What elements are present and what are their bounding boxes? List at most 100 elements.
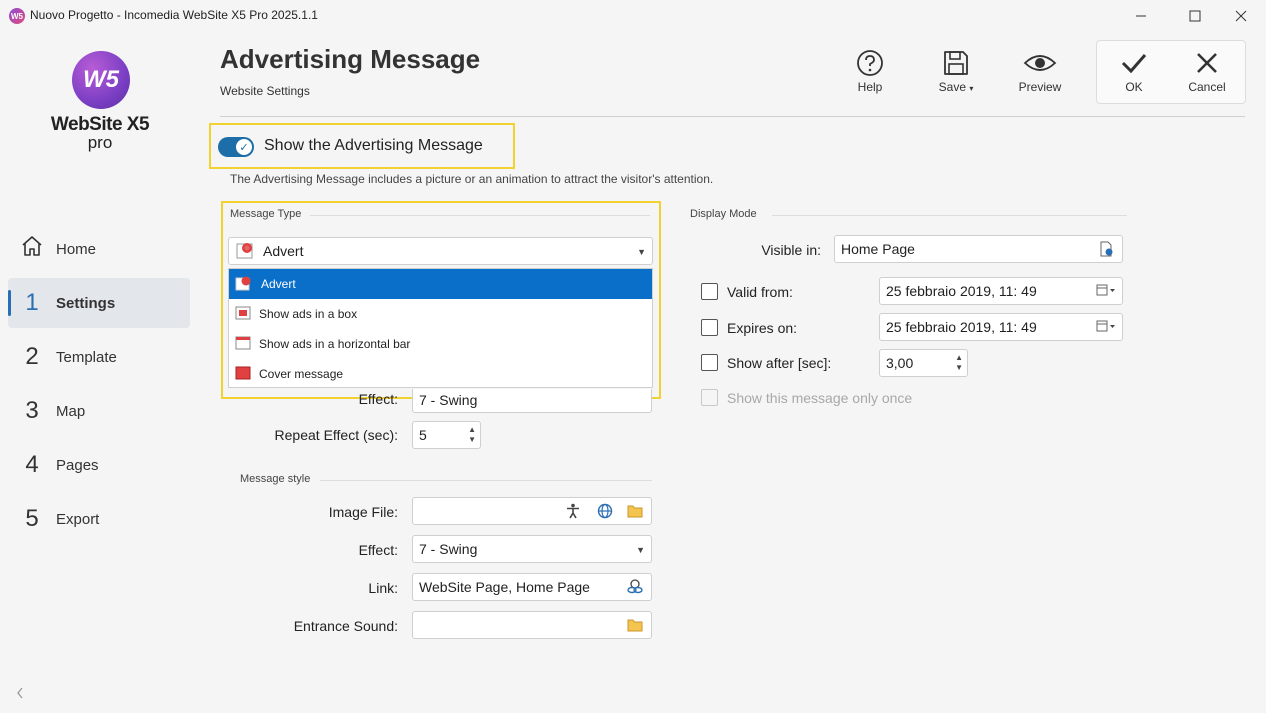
nav-item-export[interactable]: 5 Export [8, 494, 190, 544]
link-input[interactable]: WebSite Page, Home Page [412, 573, 652, 601]
effect-label: Effect: [358, 542, 398, 558]
description-text: The Advertising Message includes a pictu… [230, 172, 714, 186]
active-indicator [8, 290, 11, 316]
visible-in-input[interactable]: Home Page [834, 235, 1123, 263]
link-value: WebSite Page, Home Page [419, 579, 590, 595]
expires-on-value: 25 febbraio 2019, 11: 49 [886, 319, 1037, 335]
check-icon: ✓ [236, 139, 252, 155]
show-once-label: Show this message only once [727, 390, 913, 406]
display-mode-title: Display Mode [690, 208, 757, 220]
expires-on-label: Expires on: [727, 320, 798, 336]
valid-from-checkbox[interactable] [701, 283, 718, 300]
nav-num-settings: 1 [25, 289, 39, 316]
cancel-label: Cancel [1188, 80, 1226, 94]
valid-from-date[interactable]: 25 febbraio 2019, 11: 49 [879, 277, 1123, 305]
calendar-icon[interactable] [1096, 284, 1116, 299]
close-window-button[interactable] [1218, 0, 1264, 32]
image-file-label: Image File: [328, 504, 398, 520]
window-title: Nuovo Progetto - Incomedia WebSite X5 Pr… [30, 8, 318, 22]
ok-label: OK [1125, 80, 1143, 94]
effect-select[interactable]: 7 - Swing ▼ [412, 535, 652, 563]
save-label: Save [938, 80, 966, 94]
effect-select-partial[interactable]: 7 - Swing [412, 389, 652, 413]
page-title: Advertising Message [220, 44, 481, 74]
show-once-checkbox[interactable] [701, 389, 718, 406]
entrance-sound-label: Entrance Sound: [293, 618, 398, 634]
accessibility-icon[interactable] [565, 503, 581, 522]
entrance-sound-input[interactable] [412, 611, 652, 639]
help-icon [835, 46, 905, 80]
save-button[interactable]: Save ▾ [921, 46, 991, 94]
effect-label-partial: Effect: [358, 391, 398, 407]
group-divider [772, 215, 1127, 216]
show-after-label: Show after [sec]: [727, 355, 832, 371]
nav-label-pages: Pages [56, 456, 99, 474]
image-file-input[interactable] [412, 497, 652, 525]
group-divider [320, 480, 652, 481]
expires-on-date[interactable]: 25 febbraio 2019, 11: 49 [879, 313, 1123, 341]
minimize-button[interactable] [1118, 0, 1164, 32]
minimize-icon [1136, 15, 1146, 17]
link-label: Link: [368, 580, 398, 596]
preview-button[interactable]: Preview [1005, 46, 1075, 94]
nav-num-template: 2 [25, 343, 39, 370]
page-subtitle: Website Settings [220, 84, 310, 98]
show-message-toggle[interactable]: ✓ [218, 137, 254, 157]
globe-icon[interactable] [597, 503, 613, 522]
valid-from-value: 25 febbraio 2019, 11: 49 [886, 283, 1037, 299]
chevron-left-icon [17, 687, 23, 699]
spin-arrows-icon: ▲ ▼ [955, 353, 963, 372]
preview-label: Preview [1018, 80, 1062, 94]
floppy-icon [921, 46, 991, 80]
nav-label-settings: Settings [56, 294, 116, 312]
repeat-effect-label: Repeat Effect (sec): [274, 427, 398, 443]
link-icon[interactable] [626, 579, 644, 598]
valid-from-label: Valid from: [727, 284, 793, 300]
nav-num-map: 3 [25, 397, 39, 424]
help-button[interactable]: Help [835, 46, 905, 94]
maximize-icon [1189, 10, 1201, 22]
app-icon: W5 [9, 8, 25, 24]
message-style-title: Message style [240, 473, 311, 485]
nav-num-pages: 4 [25, 451, 39, 478]
home-icon [8, 234, 56, 265]
visible-in-value: Home Page [841, 241, 915, 257]
nav-label-template: Template [56, 348, 117, 366]
effect-value: 7 - Swing [419, 541, 478, 557]
toggle-label: Show the Advertising Message [264, 137, 483, 154]
nav-item-settings[interactable]: 1 Settings [8, 278, 190, 328]
nav-item-pages[interactable]: 4 Pages [8, 440, 190, 490]
page-select-icon[interactable] [1098, 241, 1114, 260]
maximize-button[interactable] [1172, 0, 1218, 32]
show-after-value: 3,00 [886, 355, 914, 371]
nav-item-home[interactable]: Home [8, 224, 190, 274]
eye-icon [1005, 46, 1075, 80]
close-icon [1235, 10, 1247, 22]
checkmark-icon [1099, 46, 1169, 80]
effect-value-partial: 7 - Swing [419, 392, 478, 408]
cancel-button[interactable]: Cancel [1172, 46, 1242, 94]
show-after-checkbox[interactable] [701, 354, 718, 371]
nav-label-map: Map [56, 402, 86, 420]
nav-label-export: Export [56, 510, 100, 528]
chevron-down-icon: ▾ [969, 84, 974, 93]
header-divider [220, 116, 1245, 117]
folder-icon[interactable] [627, 504, 643, 521]
repeat-effect-value: 5 [419, 427, 427, 443]
expires-on-checkbox[interactable] [701, 319, 718, 336]
visible-in-label: Visible in: [761, 242, 821, 258]
collapse-sidebar-button[interactable] [16, 686, 24, 702]
show-after-input[interactable]: 3,00 ▲ ▼ [879, 349, 968, 377]
ok-button[interactable]: OK [1099, 46, 1169, 94]
nav-num-export: 5 [25, 505, 39, 532]
nav-label-home: Home [56, 240, 97, 258]
spin-arrows-icon: ▲ ▼ [468, 425, 476, 444]
help-label: Help [857, 80, 883, 94]
folder-icon[interactable] [627, 618, 643, 635]
repeat-effect-input[interactable]: 5 ▲ ▼ [412, 421, 481, 449]
nav-item-template[interactable]: 2 Template [8, 332, 190, 382]
logo-mark: W5 [72, 51, 130, 109]
calendar-icon[interactable] [1096, 320, 1116, 335]
chevron-down-icon: ▼ [636, 545, 645, 555]
nav-item-map[interactable]: 3 Map [8, 386, 190, 436]
